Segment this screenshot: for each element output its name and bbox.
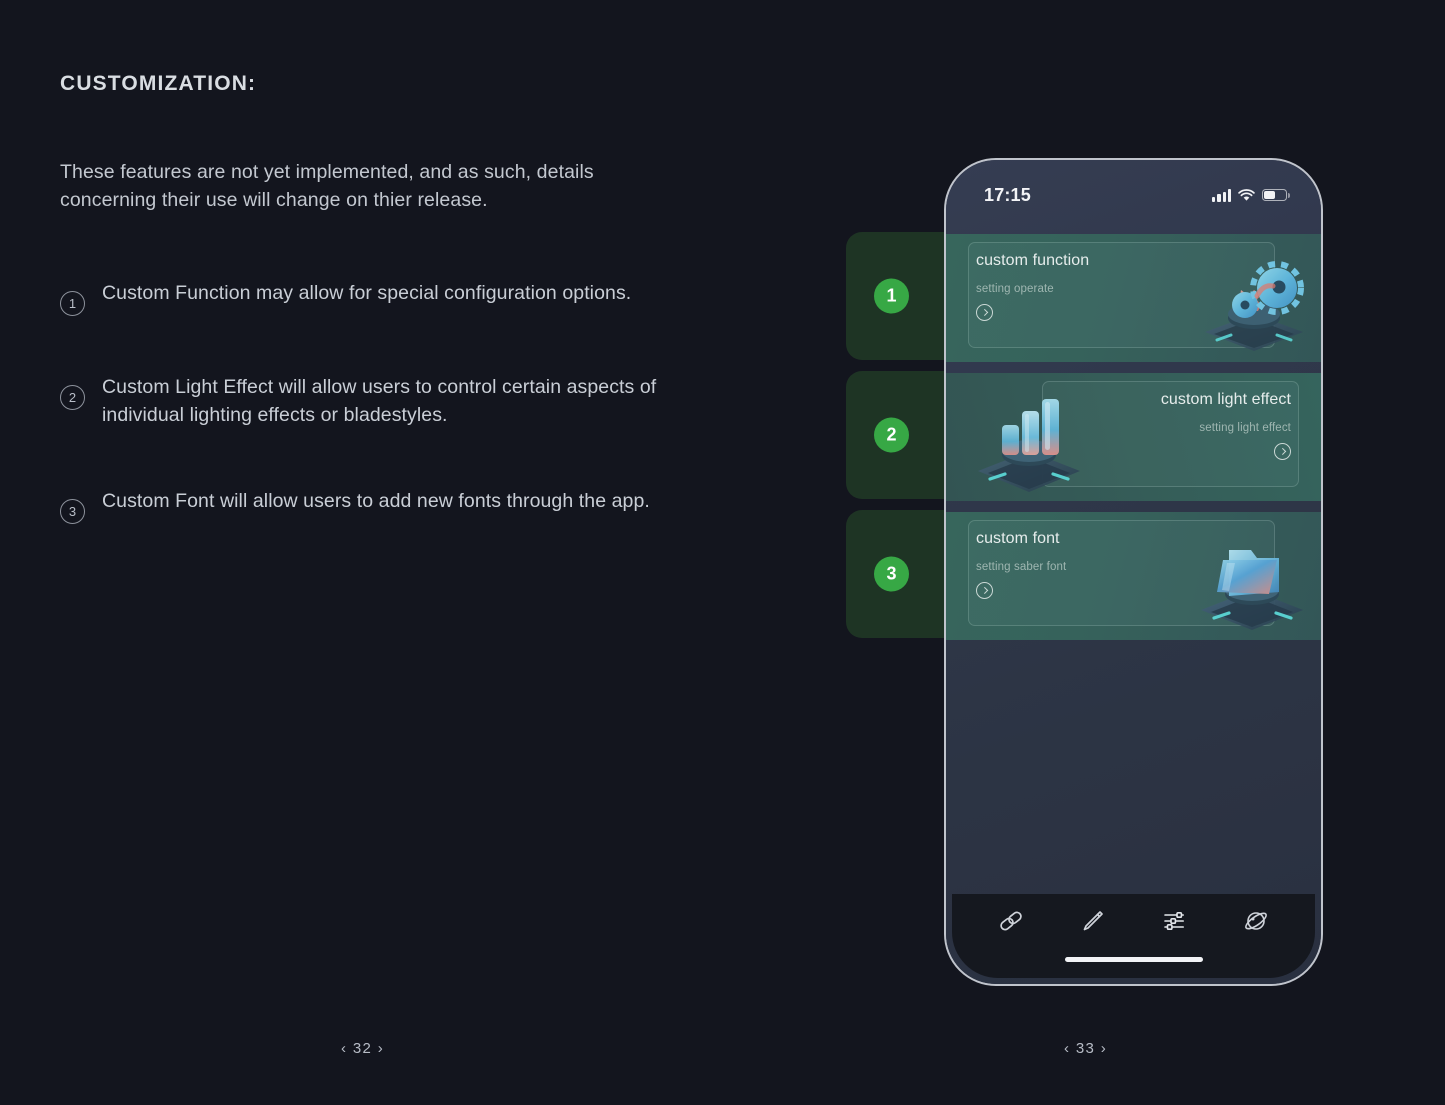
sliders-icon bbox=[1160, 907, 1188, 940]
wifi-icon bbox=[1238, 188, 1255, 202]
list-number-badge: 3 bbox=[60, 498, 85, 524]
card-title: custom font bbox=[976, 530, 1060, 547]
list-item: 2 Custom Light Effect will allow users t… bbox=[60, 368, 740, 429]
list-item-text: Custom Light Effect will allow users to … bbox=[102, 376, 657, 426]
card-title: custom function bbox=[976, 252, 1090, 269]
link-chain-icon bbox=[997, 907, 1025, 940]
battery-icon bbox=[1262, 188, 1290, 202]
card-subtitle: setting saber font bbox=[976, 561, 1067, 573]
home-indicator bbox=[1064, 957, 1203, 962]
card-text-block: custom font setting saber font bbox=[976, 530, 1066, 599]
status-time: 17:15 bbox=[984, 184, 1031, 205]
phone-screen: 17:15 custom function setting operate cu… bbox=[946, 160, 1321, 984]
chevron-right-circle-icon[interactable] bbox=[1274, 443, 1291, 460]
card-custom-light-effect[interactable]: custom light effect setting light effect bbox=[946, 373, 1321, 501]
nav-item-blade[interactable] bbox=[1070, 903, 1116, 943]
card-list: custom function setting operate custom l… bbox=[946, 234, 1321, 651]
highlight-badge-3: 3 bbox=[874, 556, 909, 592]
intro-paragraph: These features are not yet implemented, … bbox=[60, 161, 594, 212]
planet-icon bbox=[1242, 907, 1270, 940]
chevron-right-circle-icon[interactable] bbox=[976, 582, 993, 599]
card-text-block: custom function setting operate bbox=[976, 252, 1089, 321]
card-text-block: custom light effect setting light effect bbox=[1161, 391, 1291, 460]
blade-pen-icon bbox=[1079, 907, 1107, 940]
feature-list: 1 Custom Function may allow for special … bbox=[60, 274, 740, 524]
card-subtitle: setting operate bbox=[976, 283, 1054, 295]
card-subtitle: setting light effect bbox=[1199, 422, 1291, 434]
card-custom-function[interactable]: custom function setting operate bbox=[946, 234, 1321, 362]
folder-3d-icon bbox=[1193, 530, 1311, 634]
page-number-left[interactable]: ‹ 32 › bbox=[341, 1040, 384, 1057]
chevron-right-circle-icon[interactable] bbox=[976, 304, 993, 321]
bottom-nav-bar bbox=[952, 894, 1315, 978]
content-column: CUSTOMIZATION: These features are not ye… bbox=[60, 72, 740, 576]
nav-item-planet[interactable] bbox=[1233, 903, 1279, 943]
signal-bars-icon bbox=[1212, 188, 1231, 202]
card-title: custom light effect bbox=[1160, 391, 1291, 408]
bars-3d-icon bbox=[970, 389, 1088, 497]
highlight-badge-2: 2 bbox=[874, 417, 909, 453]
page-number-right[interactable]: ‹ 33 › bbox=[1064, 1040, 1107, 1057]
nav-item-sliders[interactable] bbox=[1151, 903, 1197, 943]
list-item-text: Custom Function may allow for special co… bbox=[102, 282, 632, 305]
status-bar: 17:15 bbox=[946, 160, 1321, 218]
list-number-badge: 1 bbox=[60, 291, 85, 317]
nav-item-link[interactable] bbox=[988, 903, 1034, 943]
slide-page: CUSTOMIZATION: These features are not ye… bbox=[0, 0, 1445, 1105]
page-title: CUSTOMIZATION: bbox=[60, 72, 257, 95]
list-item: 1 Custom Function may allow for special … bbox=[60, 274, 740, 317]
gear-3d-icon bbox=[1195, 256, 1313, 356]
list-item: 3 Custom Font will allow users to add ne… bbox=[60, 482, 740, 524]
list-number-badge: 2 bbox=[60, 385, 85, 411]
card-custom-font[interactable]: custom font setting saber font bbox=[946, 512, 1321, 640]
status-icon-group bbox=[1212, 188, 1290, 202]
phone-mockup: 17:15 custom function setting operate cu… bbox=[944, 158, 1323, 986]
highlight-badge-1: 1 bbox=[874, 278, 909, 314]
list-item-text: Custom Font will allow users to add new … bbox=[102, 489, 650, 512]
